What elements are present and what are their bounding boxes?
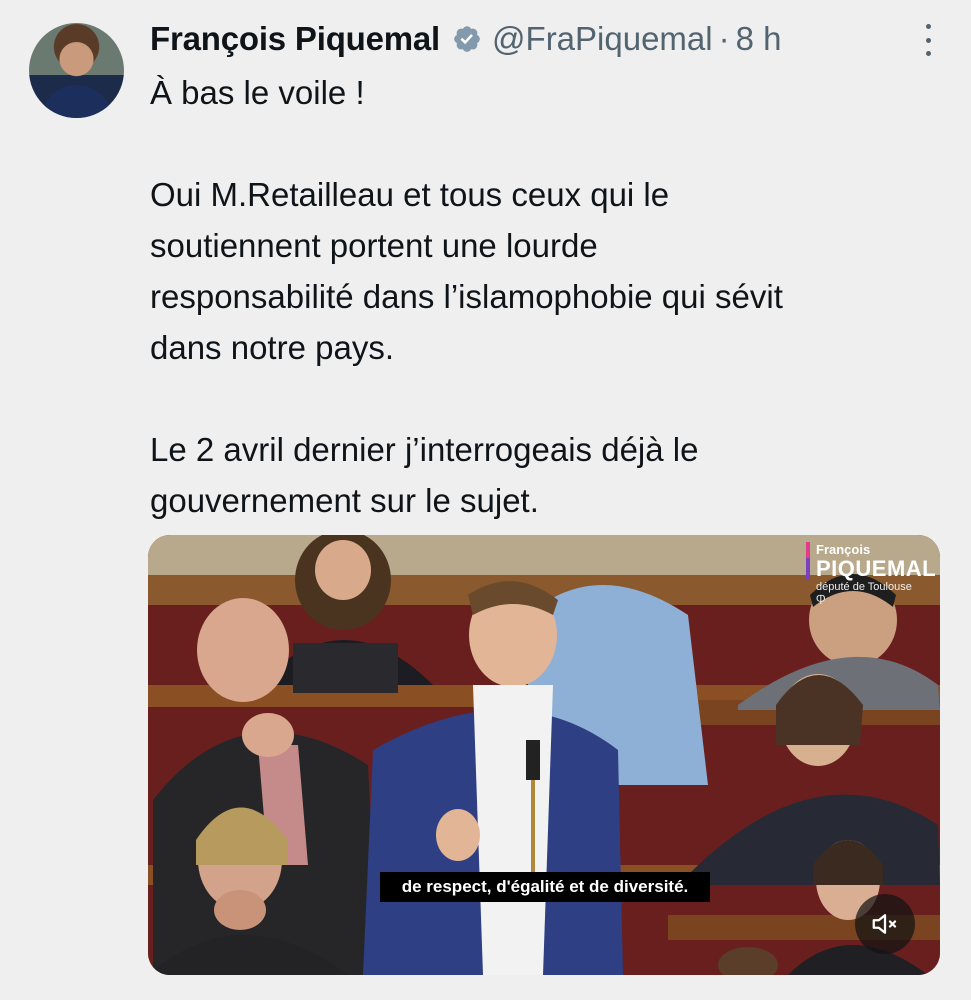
- tweet-line: À bas le voile !: [150, 74, 365, 111]
- tweet-line: gouvernement sur le sujet.: [150, 482, 539, 519]
- avatar[interactable]: [29, 23, 124, 118]
- logo-subtitle: député de Toulouse Ⴔ: [816, 581, 912, 607]
- verified-badge-icon: [452, 24, 482, 54]
- tweet-header: François Piquemal @FraPiquemal · 8 h: [150, 14, 941, 64]
- header-separator: ·: [718, 20, 730, 57]
- logo-last-name: PIQUEMAL: [806, 558, 936, 580]
- tweet-line: Oui M.Retailleau et tous ceux qui le: [150, 176, 670, 213]
- tweet[interactable]: François Piquemal @FraPiquemal · 8 h À b…: [0, 0, 971, 1000]
- tweet-text: À bas le voile ! Oui M.Retailleau et tou…: [150, 67, 950, 526]
- author-name[interactable]: François Piquemal: [150, 20, 440, 58]
- channel-logo: François PIQUEMAL député de Toulouse Ⴔ: [806, 542, 936, 607]
- tweet-line: Le 2 avril dernier j’interrogeais déjà l…: [150, 431, 699, 468]
- video-player[interactable]: François PIQUEMAL député de Toulouse Ⴔ: [148, 535, 940, 975]
- tweet-line: soutiennent portent une lourde: [150, 227, 598, 264]
- more-dot: [925, 24, 931, 29]
- tweet-line: dans notre pays.: [150, 329, 394, 366]
- more-dot: [925, 37, 931, 43]
- video-subtitle: de respect, d'égalité et de diversité.: [380, 872, 710, 902]
- timestamp[interactable]: 8 h: [736, 20, 782, 58]
- tweet-line: responsabilité dans l’islamophobie qui s…: [150, 278, 783, 315]
- more-options-icon[interactable]: [921, 24, 935, 56]
- avatar-shoulders: [41, 85, 112, 118]
- muted-speaker-icon[interactable]: [855, 894, 915, 954]
- author-handle[interactable]: @FraPiquemal: [492, 20, 713, 58]
- more-dot: [925, 51, 931, 56]
